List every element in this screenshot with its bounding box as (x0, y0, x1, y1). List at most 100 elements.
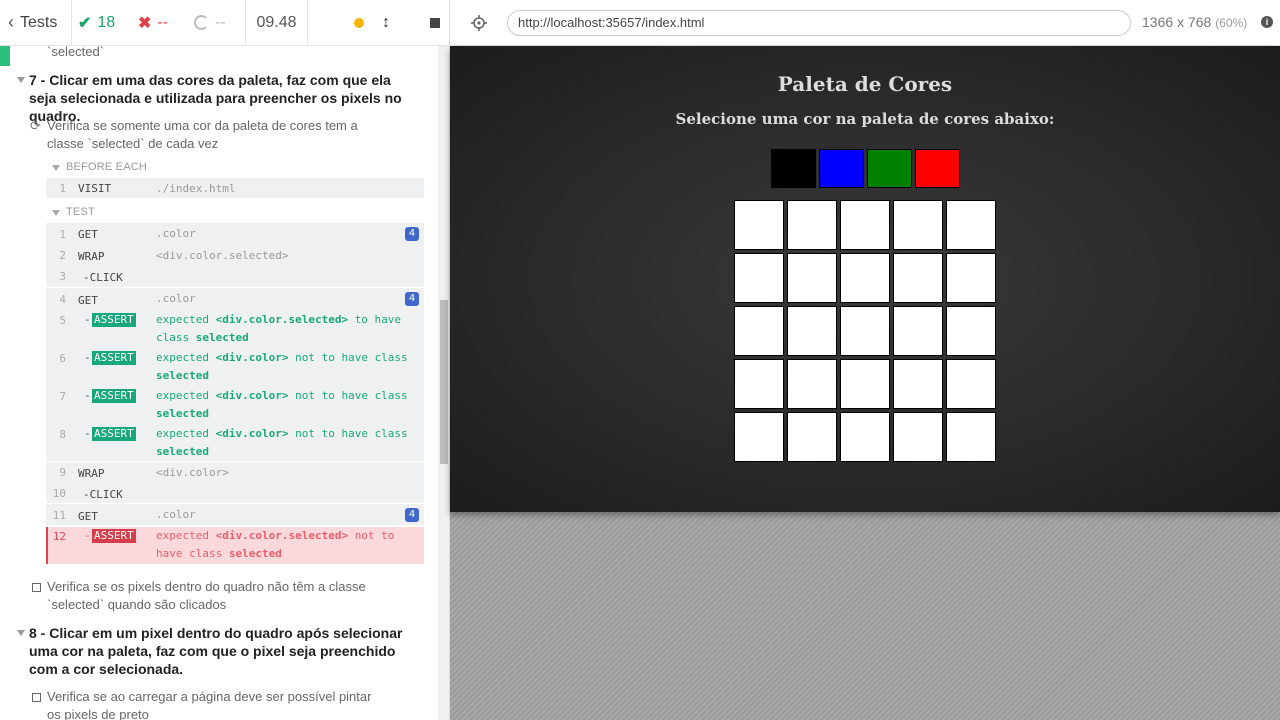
palette-color[interactable] (915, 149, 960, 188)
command-name: -CLICK (83, 271, 123, 284)
stop-icon[interactable] (430, 17, 440, 28)
failed-value: -- (157, 13, 169, 31)
pixel[interactable] (787, 200, 837, 250)
passed-count: ✔ 18 (72, 0, 130, 46)
pixel[interactable] (893, 253, 943, 303)
command-message: <div.color.selected> (156, 249, 289, 262)
pixel[interactable] (734, 253, 784, 303)
assertion-row[interactable]: 7 - ASSERT expected <div.color> not to h… (46, 387, 424, 423)
command-number: 9 (59, 466, 66, 479)
pixel[interactable] (787, 253, 837, 303)
pending-value: -- (215, 13, 226, 31)
tests-button[interactable]: ‹ Tests (0, 0, 72, 46)
failed-assertion-row[interactable]: 12 - ASSERT expected <div.color.selected… (46, 527, 424, 564)
duration: 09.48 (246, 0, 308, 46)
assert-message: expected <div.color> not to have class s… (156, 389, 408, 420)
pixel[interactable] (840, 253, 890, 303)
command-row[interactable]: 11 GET .color 4 (46, 503, 424, 525)
command-number: 12 (52, 530, 66, 543)
pixel[interactable] (893, 359, 943, 409)
command-log[interactable]: `selected` 7 - Clicar em uma das cores d… (0, 46, 438, 720)
command-name: WRAP (78, 467, 105, 480)
command-row[interactable]: 4 GET .color 4 (46, 287, 424, 309)
palette-color[interactable] (771, 149, 816, 188)
selector-playground-icon[interactable] (470, 14, 488, 32)
element-count-badge: 4 (405, 227, 419, 241)
assert-message: expected <div.color> not to have class s… (156, 351, 408, 382)
suite-8-title[interactable]: 8 - Clicar em um pixel dentro do quadro … (29, 624, 414, 678)
running-indicator-icon (354, 17, 364, 28)
command-number: 10 (52, 487, 66, 500)
collapse-icon[interactable] (17, 77, 25, 83)
browser-toolbar: http://localhost:35657/index.html 1366 x… (450, 0, 1280, 46)
pixel[interactable] (787, 412, 837, 462)
pixel[interactable] (946, 253, 996, 303)
pixel[interactable] (840, 359, 890, 409)
command-message: .color (156, 508, 196, 521)
before-each-label[interactable]: BEFORE EACH (66, 161, 147, 173)
command-group[interactable]: 9 WRAP <div.color> 10 -CLICK (46, 461, 424, 503)
assert-dash: - (84, 529, 91, 542)
pixel[interactable] (893, 412, 943, 462)
pending-count: -- (182, 0, 246, 46)
test-label[interactable]: TEST (66, 206, 95, 218)
command-number: 1 (59, 228, 66, 241)
assert-message: expected <div.color.selected> to have cl… (156, 313, 402, 344)
pixel[interactable] (840, 306, 890, 356)
header-controls: ↕ (308, 0, 449, 46)
palette-color[interactable] (867, 149, 912, 188)
assert-tag: ASSERT (92, 313, 136, 327)
app-iframe-container: Paleta de Cores Selecione uma cor na pal… (450, 46, 1280, 720)
pixel[interactable] (946, 359, 996, 409)
palette-color[interactable] (819, 149, 864, 188)
assert-tag: ASSERT (92, 389, 136, 403)
test-pending-title[interactable]: Verifica se ao carregar a página deve se… (47, 688, 387, 720)
check-icon: ✔ (78, 14, 92, 32)
pixel[interactable] (734, 200, 784, 250)
auto-scroll-icon[interactable]: ↕ (382, 14, 390, 32)
pixel[interactable] (787, 306, 837, 356)
color-palette (771, 149, 960, 188)
pixel[interactable] (946, 200, 996, 250)
command-number: 7 (59, 390, 66, 403)
reporter-scrollbar[interactable] (438, 46, 449, 720)
pixel[interactable] (840, 412, 890, 462)
test-pending-title[interactable]: Verifica se os pixels dentro do quadro n… (47, 578, 387, 614)
pixel[interactable] (734, 359, 784, 409)
x-icon: ✖ (138, 14, 152, 32)
pixel[interactable] (734, 412, 784, 462)
assert-dash: - (84, 313, 91, 326)
previous-test-text: `selected` (47, 46, 105, 59)
command-row[interactable]: 1 GET .color 4 (46, 223, 424, 245)
failed-count: ✖ -- (130, 0, 182, 46)
assert-dash: - (84, 427, 91, 440)
collapse-icon[interactable] (17, 630, 25, 636)
pixel[interactable] (734, 306, 784, 356)
reporter-header: ‹ Tests ✔ 18 ✖ -- -- 09.48 ↕ (0, 0, 449, 46)
assertion-row[interactable]: 5 - ASSERT expected <div.color.selected>… (46, 311, 424, 347)
info-icon[interactable]: i (1261, 16, 1273, 28)
scrollbar-thumb[interactable] (440, 300, 448, 464)
assert-tag: ASSERT (92, 529, 136, 543)
command-row[interactable]: 1 VISIT ./index.html (46, 178, 424, 198)
url-bar[interactable]: http://localhost:35657/index.html (507, 10, 1131, 36)
command-group[interactable]: 2 WRAP <div.color.selected> 3 -CLICK (46, 245, 424, 287)
assertion-group[interactable]: 5 - ASSERT expected <div.color.selected>… (46, 309, 424, 461)
pixel[interactable] (946, 412, 996, 462)
element-count-badge: 4 (405, 508, 419, 522)
assertion-row[interactable]: 8 - ASSERT expected <div.color> not to h… (46, 425, 424, 461)
pixel[interactable] (787, 359, 837, 409)
test-active-title[interactable]: Verifica se somente uma cor da paleta de… (47, 117, 387, 153)
viewport-dimensions: 1366 x 768 (1142, 14, 1212, 30)
pixel[interactable] (946, 306, 996, 356)
pixel[interactable] (840, 200, 890, 250)
pixel[interactable] (893, 306, 943, 356)
command-message: .color (156, 292, 196, 305)
before-each-collapse-icon[interactable] (52, 165, 60, 171)
pixel-board (734, 200, 996, 462)
assertion-row[interactable]: 6 - ASSERT expected <div.color> not to h… (46, 349, 424, 385)
command-message: ./index.html (156, 182, 236, 195)
test-collapse-icon[interactable] (52, 210, 60, 216)
pixel[interactable] (893, 200, 943, 250)
viewport-scale: (60%) (1215, 16, 1248, 30)
